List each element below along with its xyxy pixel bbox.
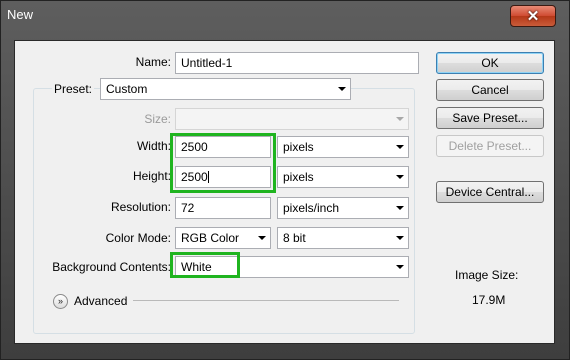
bit-depth-select[interactable]: 8 bit	[277, 227, 409, 249]
preset-value: Custom	[106, 82, 148, 96]
close-icon: ✕	[526, 7, 540, 25]
height-label: Height:	[132, 169, 171, 183]
width-unit-select[interactable]: pixels	[277, 136, 409, 158]
width-unit-value: pixels	[283, 140, 314, 154]
resolution-input[interactable]: 72	[175, 197, 271, 219]
advanced-label: Advanced	[74, 294, 128, 308]
background-highlight	[170, 252, 240, 278]
chevron-down-icon	[396, 145, 404, 149]
name-label: Name:	[135, 55, 171, 69]
width-label: Width:	[136, 139, 171, 153]
image-size-value: 17.9M	[472, 293, 506, 307]
chevron-down-icon	[338, 87, 346, 91]
resolution-value: 72	[181, 201, 195, 215]
name-value: Untitled-1	[181, 56, 233, 70]
resolution-unit-select[interactable]: pixels/inch	[277, 197, 409, 219]
ok-button[interactable]: OK	[436, 52, 544, 74]
chevron-down-icon	[396, 117, 404, 121]
image-size-label: Image Size:	[455, 268, 519, 282]
size-select[interactable]	[175, 108, 409, 130]
color-mode-value: RGB Color	[181, 231, 240, 245]
resolution-label: Resolution:	[110, 200, 171, 214]
width-height-highlight	[170, 133, 276, 193]
height-unit-value: pixels	[283, 170, 314, 184]
title-bar[interactable]: New ✕	[1, 1, 569, 29]
chevron-down-icon	[396, 206, 404, 210]
color-mode-label: Color Mode:	[105, 231, 171, 245]
size-label: Size:	[144, 112, 171, 126]
chevron-down-icon	[258, 236, 266, 240]
delete-preset-button[interactable]: Delete Preset...	[436, 135, 544, 157]
double-chevron-icon: »	[57, 296, 63, 306]
device-central-button[interactable]: Device Central...	[436, 181, 544, 203]
window-title: New	[7, 7, 34, 22]
preset-select[interactable]: Custom	[100, 78, 351, 100]
save-preset-button[interactable]: Save Preset...	[436, 107, 544, 129]
chevron-down-icon	[396, 265, 404, 269]
advanced-divider	[133, 300, 399, 301]
chevron-down-icon	[396, 236, 404, 240]
bit-depth-value: 8 bit	[283, 231, 306, 245]
color-mode-select[interactable]: RGB Color	[175, 227, 271, 249]
dialog-body: Name: Untitled-1 Preset: Custom Size: Wi…	[14, 40, 555, 344]
cancel-button[interactable]: Cancel	[436, 79, 544, 101]
resolution-unit-value: pixels/inch	[283, 201, 340, 215]
preset-label: Preset:	[52, 82, 95, 96]
chevron-down-icon	[396, 175, 404, 179]
height-unit-select[interactable]: pixels	[277, 166, 409, 188]
background-label: Background Contents:	[52, 260, 171, 274]
advanced-expand-button[interactable]: »	[53, 294, 68, 309]
name-input[interactable]: Untitled-1	[175, 52, 419, 74]
close-button[interactable]: ✕	[510, 5, 556, 27]
